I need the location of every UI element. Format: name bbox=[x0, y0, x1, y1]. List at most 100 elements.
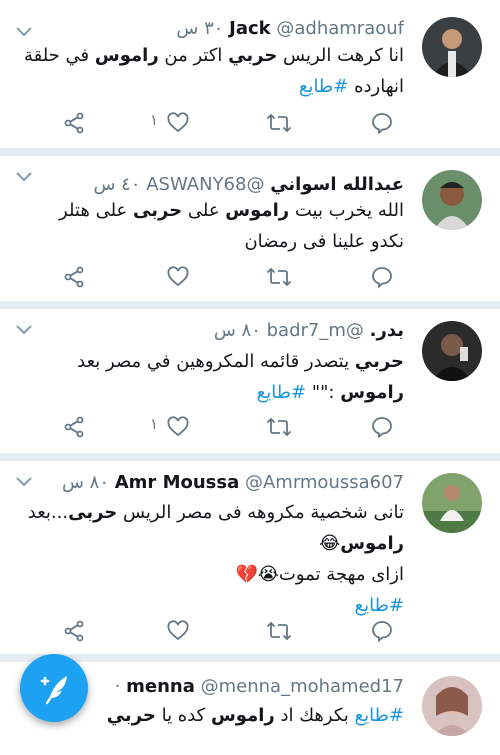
retweet-button[interactable] bbox=[266, 616, 294, 646]
share-button[interactable] bbox=[62, 616, 88, 646]
hashtag-link[interactable]: #طايع bbox=[257, 382, 306, 403]
like-count: ١ bbox=[150, 111, 159, 129]
display-name[interactable]: Amr Moussa bbox=[115, 472, 240, 493]
text-segment: تانى شخصية مكروهه فى مصر الريس bbox=[117, 502, 404, 523]
tweet-text: تانى شخصية مكروهه فى مصر الريس حربى...بع… bbox=[14, 497, 404, 621]
tweet-actions bbox=[0, 262, 500, 292]
text-segment: اكتر من bbox=[158, 45, 229, 66]
like-button[interactable]: ١ bbox=[150, 412, 194, 442]
tweet-text-line: تانى شخصية مكروهه فى مصر الريس حربى...بع… bbox=[14, 497, 404, 528]
compose-tweet-button[interactable] bbox=[20, 654, 88, 722]
text-segment: 😂 bbox=[319, 533, 341, 554]
hashtag-link[interactable]: #طايع bbox=[355, 595, 404, 616]
handle[interactable]: @Amrmoussa607 bbox=[245, 472, 404, 493]
tweet-actions bbox=[0, 616, 500, 646]
text-segment: في حلقة bbox=[23, 45, 95, 66]
tweet-header: Jack @adhamraouf ٣٠ س bbox=[40, 16, 404, 42]
handle[interactable]: @adhamraouf bbox=[276, 18, 404, 39]
avatar[interactable] bbox=[422, 321, 482, 381]
avatar[interactable] bbox=[422, 170, 482, 230]
retweet-button[interactable] bbox=[266, 412, 294, 442]
handle[interactable]: @menna_mohamed17 bbox=[201, 676, 404, 697]
bold-text: حربي bbox=[354, 351, 404, 372]
tweet[interactable]: بدر. @badr7_m ٨٠ س حربي يتصدر قائمه المك… bbox=[0, 309, 500, 453]
tweet[interactable]: Amr Moussa @Amrmoussa607 ٨٠ س تانى شخصية… bbox=[0, 461, 500, 654]
separator bbox=[0, 148, 500, 156]
tweet-text: انا كرهت الريس حربي اكتر من راموس في حلق… bbox=[14, 40, 404, 102]
bold-text: راموس bbox=[225, 200, 290, 221]
handle[interactable]: @badr7_m bbox=[267, 320, 364, 341]
chevron-down-icon[interactable] bbox=[14, 25, 34, 39]
hashtag-link[interactable]: #طايع bbox=[355, 705, 404, 726]
tweet-text-line: نكدو علينا فى رمضان bbox=[14, 226, 404, 257]
tweet[interactable]: عبدالله اسواني @ASWANY68 ٤٠ س الله يخرب … bbox=[0, 156, 500, 301]
chevron-down-icon[interactable] bbox=[14, 475, 34, 489]
bold-text: راموس bbox=[210, 705, 275, 726]
share-icon bbox=[64, 266, 84, 288]
reply-button[interactable] bbox=[370, 616, 396, 646]
tweet-text-line: ازاى مهجة تموت😭💔 bbox=[14, 559, 404, 590]
reply-button[interactable] bbox=[370, 108, 396, 138]
timestamp: ٨٠ س bbox=[61, 472, 109, 493]
retweet-icon bbox=[266, 621, 292, 641]
like-button[interactable] bbox=[150, 262, 194, 292]
share-icon bbox=[64, 112, 84, 134]
timestamp: ٣٠ س bbox=[176, 18, 224, 39]
retweet-icon bbox=[266, 417, 292, 437]
chevron-down-icon[interactable] bbox=[14, 323, 34, 337]
share-button[interactable] bbox=[62, 262, 88, 292]
compose-tweet-icon bbox=[40, 676, 67, 705]
bold-text: راموس bbox=[340, 533, 404, 554]
text-segment: كده يا bbox=[155, 705, 211, 726]
text-segment: على bbox=[182, 200, 226, 221]
text-segment: انهارده bbox=[348, 76, 404, 97]
like-icon bbox=[167, 620, 189, 641]
tweet-text-line: حربي يتصدر قائمه المكروهين في مصر بعد bbox=[14, 346, 404, 377]
tweet-header: Amr Moussa @Amrmoussa607 ٨٠ س bbox=[40, 470, 404, 496]
text-segment: :"" bbox=[306, 382, 341, 403]
chevron-down-icon[interactable] bbox=[14, 170, 34, 184]
share-button[interactable] bbox=[62, 412, 88, 442]
share-button[interactable] bbox=[62, 108, 88, 138]
display-name[interactable]: بدر. bbox=[370, 320, 404, 341]
share-icon bbox=[64, 620, 84, 642]
reply-button[interactable] bbox=[370, 262, 396, 292]
tweet-text: الله يخرب بيت راموس على حربى على هتلر نكد… bbox=[14, 195, 404, 257]
text-segment: ازاى مهجة تموت😭💔 bbox=[235, 564, 404, 585]
avatar[interactable] bbox=[422, 676, 482, 736]
tweet-text-line: الله يخرب بيت راموس على حربى على هتلر bbox=[14, 195, 404, 226]
like-button[interactable]: ١ bbox=[150, 108, 194, 138]
hashtag-link[interactable]: #طايع bbox=[299, 76, 348, 97]
like-button[interactable] bbox=[150, 616, 194, 646]
like-count: ١ bbox=[150, 415, 159, 433]
timestamp: · bbox=[114, 676, 121, 697]
tweet-actions: ١ bbox=[0, 412, 500, 442]
tweet-text-line: راموس :"" #طايع bbox=[14, 377, 404, 408]
retweet-button[interactable] bbox=[266, 262, 294, 292]
like-icon bbox=[167, 112, 189, 133]
tweet-text-line: انهارده #طايع bbox=[14, 71, 404, 102]
tweet-actions: ١ bbox=[0, 108, 500, 138]
text-segment: نكدو علينا فى رمضان bbox=[244, 231, 404, 252]
text-segment: على هتلر bbox=[59, 200, 133, 221]
separator bbox=[0, 301, 500, 309]
reply-icon bbox=[372, 621, 392, 643]
display-name[interactable]: Jack bbox=[229, 18, 270, 39]
retweet-button[interactable] bbox=[266, 108, 294, 138]
display-name[interactable]: menna bbox=[126, 676, 195, 697]
tweet-text: حربي يتصدر قائمه المكروهين في مصر بعد رام… bbox=[14, 346, 404, 408]
like-icon bbox=[167, 416, 189, 437]
separator bbox=[0, 453, 500, 461]
bold-text: حربى bbox=[133, 200, 183, 221]
text-segment: الله يخرب بيت bbox=[289, 200, 404, 221]
retweet-icon bbox=[266, 113, 292, 133]
reply-button[interactable] bbox=[370, 412, 396, 442]
share-icon bbox=[64, 416, 84, 438]
display-name[interactable]: عبدالله اسواني bbox=[270, 174, 404, 195]
avatar[interactable] bbox=[422, 17, 482, 77]
tweet-header: بدر. @badr7_m ٨٠ س bbox=[40, 318, 404, 344]
like-icon bbox=[167, 266, 189, 287]
avatar[interactable] bbox=[422, 473, 482, 533]
tweet[interactable]: Jack @adhamraouf ٣٠ س انا كرهت الريس حرب… bbox=[0, 0, 500, 148]
handle[interactable]: @ASWANY68 bbox=[146, 174, 264, 195]
